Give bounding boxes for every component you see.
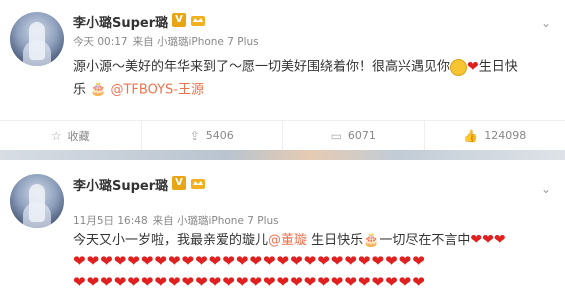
post-time[interactable]: 今天 00:17	[73, 36, 128, 48]
weibo-post-2: 李小璐Super璐 V ⌄ 11月5日 16:48 来自 小璐璐iPhone 7 …	[0, 160, 565, 289]
like-icon: 👍	[463, 128, 479, 143]
favorite-label: 收藏	[67, 129, 90, 143]
avatar[interactable]	[10, 12, 64, 66]
post-meta: 11月5日 16:48 来自 小璐璐iPhone 7 Plus	[73, 213, 284, 228]
action-bar: ☆ 收藏 ⇪ 5406 ▭ 6071 👍 124098	[0, 120, 565, 150]
crown-icon	[191, 16, 205, 26]
verified-badge: V	[172, 13, 186, 27]
username[interactable]: 李小璐Super璐	[73, 12, 168, 31]
post-meta: 今天 00:17 来自 小璐璐iPhone 7 Plus	[73, 34, 264, 49]
star-icon: ☆	[50, 128, 62, 143]
smiley-icon	[450, 58, 468, 76]
verified-badge: V	[172, 176, 186, 190]
favorite-button[interactable]: ☆ 收藏	[0, 121, 142, 150]
heart-icon: ❤	[467, 59, 479, 75]
like-count: 124098	[484, 129, 527, 142]
repost-count: 5406	[205, 129, 234, 142]
like-button[interactable]: 👍 124098	[425, 121, 565, 150]
post-separator-image	[0, 150, 565, 160]
content-text: 一切尽在不言中	[379, 233, 471, 248]
repost-button[interactable]: ⇪ 5406	[142, 121, 283, 150]
content-text: 源小源～美好的年华来到了～愿一切美好围绕着你！很高兴遇见你	[73, 59, 451, 75]
post-source: 来自 小璐璐iPhone 7 Plus	[132, 36, 259, 48]
content-text: 乐	[73, 82, 87, 97]
username[interactable]: 李小璐Super璐	[73, 175, 168, 194]
mention-link[interactable]: @董璇	[268, 233, 307, 248]
content-text: 生日快	[478, 59, 518, 75]
post-content: 今天又小一岁啦，我最亲爱的璇儿@董璇 生日快乐🎂一切尽在不言中❤❤❤ ❤❤❤❤❤…	[73, 230, 555, 289]
heart-emoji-row: ❤❤❤❤❤❤❤❤❤❤❤❤❤❤❤❤❤❤❤❤❤❤❤❤❤❤	[73, 273, 426, 289]
mention-link[interactable]: @TFBOYS-王源	[110, 82, 204, 97]
heart-emoji-row: ❤❤❤❤❤❤❤❤❤❤❤❤❤❤❤❤❤❤❤❤❤❤❤❤❤❤	[73, 252, 426, 270]
chevron-down-icon[interactable]: ⌄	[541, 16, 551, 30]
cake-icon: 🎂	[90, 81, 107, 97]
comment-icon: ▭	[330, 128, 342, 143]
post-source: 来自 小璐璐iPhone 7 Plus	[152, 215, 279, 227]
comment-button[interactable]: ▭ 6071	[283, 121, 425, 150]
avatar[interactable]	[10, 174, 64, 228]
weibo-post-1: 李小璐Super璐 V ⌄ 今天 00:17 来自 小璐璐iPhone 7 Plu…	[0, 0, 565, 150]
content-text: 生日快乐	[307, 233, 364, 248]
crown-icon	[191, 179, 205, 189]
post-content: 源小源～美好的年华来到了～愿一切美好围绕着你！很高兴遇见你 ❤生日快 乐 🎂 @T…	[73, 56, 555, 101]
cake-icon: 🎂	[363, 233, 380, 248]
chevron-down-icon[interactable]: ⌄	[541, 182, 551, 196]
comment-count: 6071	[347, 129, 376, 142]
repost-icon: ⇪	[189, 128, 200, 143]
post-time[interactable]: 11月5日 16:48	[73, 215, 148, 227]
heart-icon: ❤❤❤	[470, 232, 506, 248]
content-text: 今天又小一岁啦，我最亲爱的璇儿	[73, 233, 269, 248]
